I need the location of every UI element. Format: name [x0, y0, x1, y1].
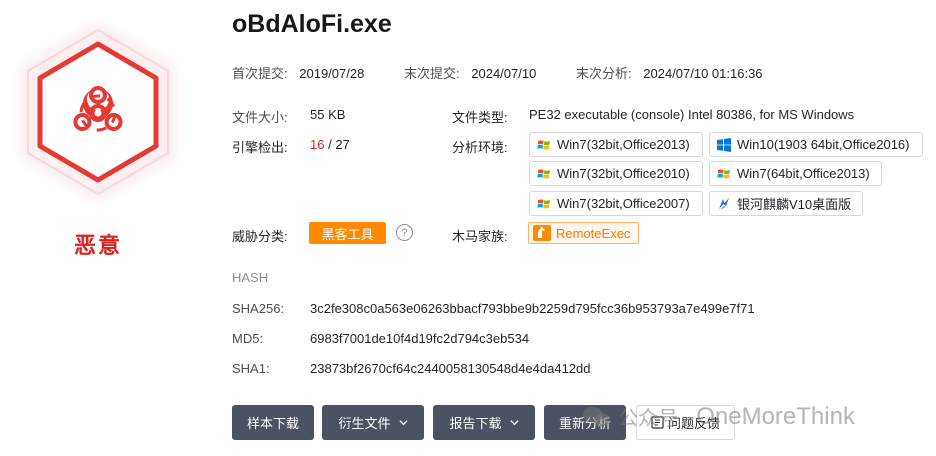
- env-label: Win7(32bit,Office2010): [557, 166, 690, 181]
- windows-10-logo-icon: [717, 137, 731, 152]
- env-label: Win7(32bit,Office2013): [557, 137, 690, 152]
- download-sample-button[interactable]: 样本下载: [232, 405, 314, 440]
- last-submit-value: 2024/07/10: [471, 66, 537, 81]
- first-submit-label: 首次提交:: [232, 66, 288, 81]
- env-win7-32-office2007[interactable]: Win7(32bit,Office2007): [529, 191, 703, 216]
- reanalyze-button[interactable]: 重新分析: [544, 405, 626, 440]
- first-submit: 首次提交: 2019/07/28: [232, 63, 364, 82]
- feedback-icon: [651, 416, 664, 429]
- engine-total-count: 27: [335, 137, 350, 152]
- derived-files-label: 衍生文件: [338, 416, 391, 431]
- md5-label: MD5:: [232, 331, 264, 346]
- env-win7-64-office2013[interactable]: Win7(64bit,Office2013): [709, 161, 882, 186]
- sha1-label: SHA1:: [232, 361, 270, 376]
- last-submit: 末次提交: 2024/07/10: [404, 63, 536, 82]
- hash-section-title: HASH: [232, 270, 269, 285]
- engine-detect-label: 引擎检出:: [232, 140, 288, 155]
- last-analysis: 末次分析: 2024/07/10 01:16:36: [576, 63, 763, 82]
- verdict-label: 恶意: [73, 233, 122, 258]
- windows-xp-flag-icon: [537, 140, 550, 149]
- feedback-button[interactable]: 问题反馈: [636, 405, 735, 440]
- chevron-down-icon: [509, 420, 519, 426]
- reanalyze-label: 重新分析: [558, 416, 611, 431]
- env-label: Win7(32bit,Office2007): [557, 196, 690, 211]
- file-size-label: 文件大小:: [232, 110, 288, 125]
- download-sample-label: 样本下载: [246, 416, 299, 431]
- last-submit-label: 末次提交:: [404, 66, 460, 81]
- family-tag-label: RemoteExec: [556, 225, 631, 241]
- family-tag-remoteexec[interactable]: RemoteExec: [528, 222, 640, 244]
- windows-xp-flag-icon: [537, 169, 550, 178]
- trojan-horse-icon: [533, 225, 551, 241]
- engine-detect-value: 16 / 27: [310, 137, 350, 152]
- verdict-badge: 恶意: [0, 0, 196, 280]
- file-size-row: 文件大小:: [232, 107, 288, 126]
- env-label: Win7(64bit,Office2013): [737, 166, 870, 181]
- last-analysis-label: 末次分析:: [576, 66, 632, 81]
- last-analysis-value: 2024/07/10 01:16:36: [643, 66, 763, 81]
- report-download-label: 报告下载: [449, 416, 502, 431]
- threat-tag-hacktool[interactable]: 黑客工具: [309, 222, 386, 244]
- feedback-label: 问题反馈: [667, 416, 720, 431]
- sha256-label: SHA256:: [232, 301, 285, 316]
- biohazard-icon: [22, 24, 174, 200]
- kylin-logo-icon: [719, 197, 729, 210]
- first-submit-value: 2019/07/28: [299, 66, 365, 81]
- windows-xp-flag-icon: [717, 169, 730, 178]
- report-download-button[interactable]: 报告下载: [433, 405, 535, 440]
- md5-value: 6983f7001de10f4d19fc2d794c3eb534: [310, 331, 530, 346]
- env-win10-1903-office2016[interactable]: Win10(1903 64bit,Office2016): [709, 132, 923, 157]
- env-label: 银河麒麟V10桌面版: [737, 197, 852, 212]
- analysis-env-label: 分析环境:: [452, 140, 508, 155]
- chevron-down-icon: [398, 420, 408, 426]
- engine-detected-count: 16: [310, 137, 325, 152]
- trojan-family-label: 木马家族:: [452, 229, 508, 244]
- env-label: Win10(1903 64bit,Office2016): [737, 137, 910, 152]
- help-icon[interactable]: ?: [396, 224, 413, 241]
- file-size-value: 55 KB: [310, 107, 346, 122]
- sha256-value: 3c2fe308c0a563e06263bbacf793bbe9b2259d79…: [310, 301, 755, 316]
- file-name-title: oBdAloFi.exe: [232, 10, 392, 38]
- threat-class-label: 威胁分类:: [232, 229, 288, 244]
- sha1-value: 23873bf2670cf64c2440058130548d4e4da412dd: [310, 361, 591, 376]
- file-type-value: PE32 executable (console) Intel 80386, f…: [529, 107, 855, 122]
- env-win7-32-office2010[interactable]: Win7(32bit,Office2010): [529, 161, 703, 186]
- file-type-label: 文件类型:: [452, 110, 508, 125]
- env-kylin-v10-desktop[interactable]: 银河麒麟V10桌面版: [709, 191, 863, 216]
- derived-files-button[interactable]: 衍生文件: [322, 405, 424, 440]
- env-win7-32-office2013[interactable]: Win7(32bit,Office2013): [529, 132, 703, 157]
- windows-xp-flag-icon: [537, 199, 550, 208]
- engine-separator: /: [324, 137, 336, 152]
